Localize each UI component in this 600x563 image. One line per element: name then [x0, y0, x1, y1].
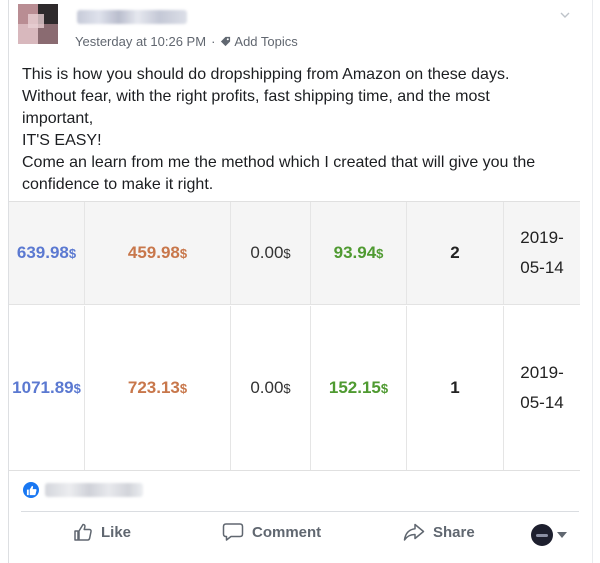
meta-separator: · — [211, 34, 216, 49]
fee-cell: 0.00 $ — [231, 306, 311, 470]
author-name-redacted[interactable] — [77, 10, 187, 24]
post-body-line: Come an learn from me the method which I… — [22, 154, 536, 171]
tag-icon — [221, 36, 231, 47]
post-body-line: Without fear, with the right profits, fa… — [22, 88, 490, 105]
orders-table-image[interactable]: 639.98 $ 459.98 $ 0.00 $ 93.94 $ 2 2019- 05-1… — [9, 201, 580, 471]
post-body-line: IT'S EASY! — [22, 132, 102, 149]
thumbs-up-icon — [21, 480, 41, 500]
comment-bubble-icon — [222, 523, 244, 541]
share-button[interactable]: Share — [403, 522, 475, 542]
share-arrow-icon — [403, 523, 425, 541]
profit-cell: 152.15 $ — [311, 306, 407, 470]
caret-down-icon — [557, 532, 567, 538]
reactor-names-redacted[interactable] — [45, 483, 143, 497]
share-label: Share — [433, 523, 475, 541]
post-action-bar: Like Comment Share — [9, 518, 594, 552]
post-meta: Yesterday at 10:26 PM · Add Topics — [75, 34, 298, 49]
comment-label: Comment — [252, 523, 322, 541]
like-button[interactable]: Like — [73, 522, 131, 542]
date-cell: 2019- 05-14 — [520, 228, 564, 277]
sell-price-cell: 639.98 $ — [9, 202, 85, 304]
sell-price-cell: 1071.89 $ — [9, 306, 85, 470]
avatar[interactable] — [18, 4, 58, 44]
profit-cell: 93.94 $ — [311, 202, 407, 304]
date-cell: 2019- 05-14 — [520, 363, 564, 412]
cost-cell: 459.98 $ — [85, 202, 231, 304]
divider — [21, 511, 579, 512]
post-body-line: important, — [22, 110, 94, 127]
post-body-line: This is how you should do dropshipping f… — [22, 66, 510, 83]
fee-cell: 0.00 $ — [231, 202, 311, 304]
post-body-line: confidence to make it right. — [22, 176, 214, 193]
comment-button[interactable]: Comment — [222, 522, 321, 542]
quantity-cell: 2 — [407, 202, 504, 304]
like-outline-icon — [74, 523, 92, 541]
quantity-cell: 1 — [407, 306, 504, 470]
add-topics-link[interactable]: Add Topics — [234, 34, 297, 49]
page-avatar — [531, 524, 553, 546]
chevron-down-icon[interactable] — [560, 10, 570, 20]
post-timestamp[interactable]: Yesterday at 10:26 PM — [75, 34, 206, 49]
post-body: This is how you should do dropshipping f… — [22, 64, 582, 196]
cost-cell: 723.13 $ — [85, 306, 231, 470]
table-row: 1071.89 $ 723.13 $ 0.00 $ 152.15 $ 1 2019- 05… — [9, 306, 580, 470]
table-row: 639.98 $ 459.98 $ 0.00 $ 93.94 $ 2 2019- 05-1… — [9, 202, 580, 305]
page-selector[interactable] — [531, 524, 567, 546]
facebook-post: Yesterday at 10:26 PM · Add Topics This … — [8, 0, 593, 563]
reactions-summary[interactable] — [21, 480, 143, 500]
like-label: Like — [101, 523, 132, 541]
